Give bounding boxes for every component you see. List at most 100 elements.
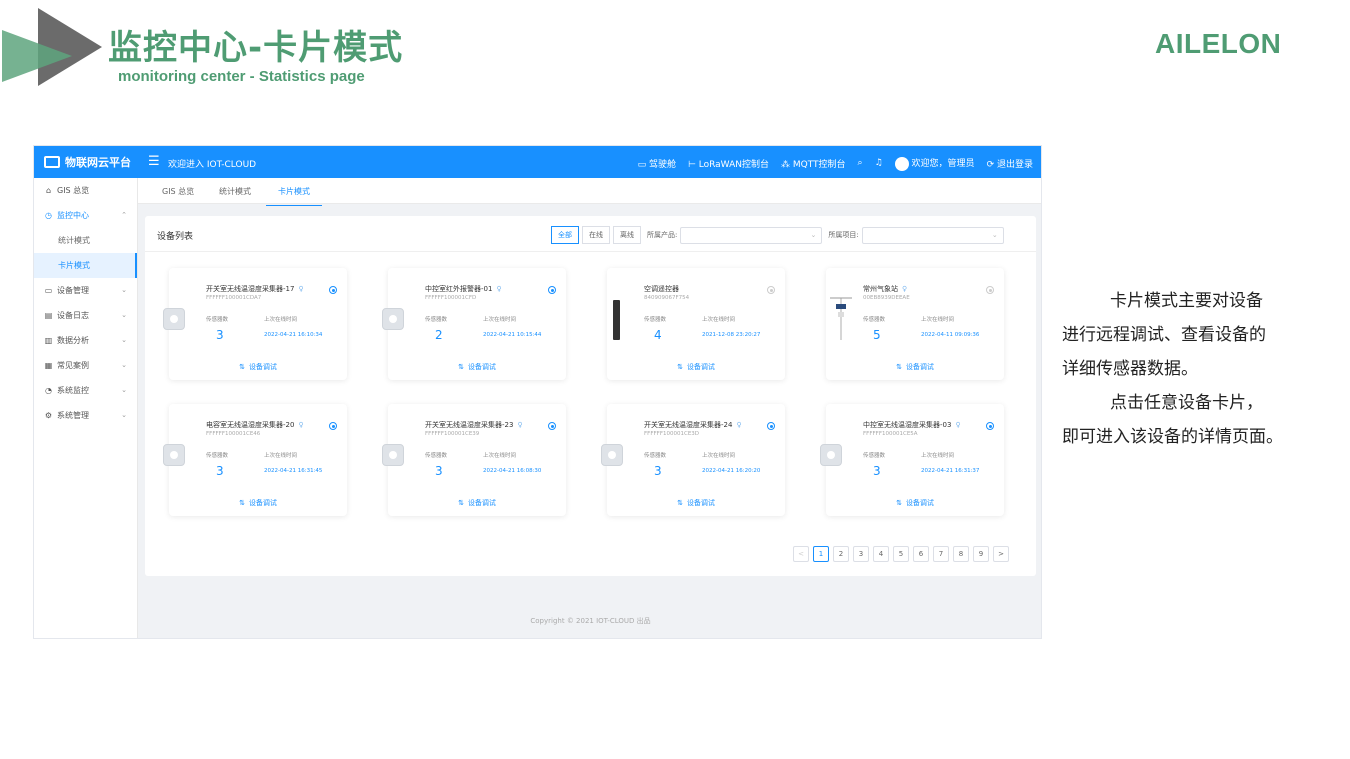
chevron-down-icon: ⌄: [121, 311, 127, 319]
sidebar-item-label: 卡片模式: [58, 261, 90, 270]
device-debug-button[interactable]: ⇅ 设备调试: [388, 498, 566, 508]
last-online-time: 2022-04-21 16:31:45: [264, 468, 323, 474]
tab-stats[interactable]: 统计模式: [219, 186, 251, 197]
logout-link[interactable]: ⟳ 退出登录: [987, 157, 1033, 170]
device-id: FFFFFF100001CE3D: [644, 431, 700, 437]
platform-logo[interactable]: 物联网云平台: [44, 154, 131, 170]
dashboard-link[interactable]: ▭ 驾驶舱: [638, 157, 676, 170]
device-id: FFFFFF100001CDA7: [206, 295, 262, 301]
sensor-count-label: 传感器数: [425, 317, 448, 323]
online-status-icon: [767, 422, 775, 430]
device-debug-button[interactable]: ⇅ 设备调试: [826, 362, 1004, 372]
device-name: 中控室无线温湿度采集器-03: [863, 421, 952, 429]
filter-online-button[interactable]: 在线: [582, 226, 610, 244]
sidebar-item-monitor-stats[interactable]: 统计模式: [34, 228, 137, 253]
device-card[interactable]: 常州气象站 ♀ 00EB8939DEEAE 传感器数 上次在线时间 5 2022-…: [826, 268, 1004, 380]
device-debug-button[interactable]: ⇅ 设备调试: [169, 498, 347, 508]
sidebar-item-label: 系统管理: [57, 411, 89, 420]
sidebar-item-monitor[interactable]: ◷ 监控中心 ⌃: [34, 203, 137, 228]
bulb-icon: ♀: [298, 421, 304, 429]
project-label: 所属项目:: [828, 231, 859, 239]
sidebar-item-sys-mgmt[interactable]: ⚙ 系统管理 ⌄: [34, 403, 137, 428]
filter-offline-button[interactable]: 离线: [613, 226, 641, 244]
bell-icon[interactable]: ♫: [875, 158, 883, 168]
device-id: 00EB8939DEEAE: [863, 295, 910, 301]
sidebar-item-sys-monitor[interactable]: ◔ 系统监控 ⌄: [34, 378, 137, 403]
sensor-count: 3: [873, 464, 881, 478]
device-debug-button[interactable]: ⇅ 设备调试: [826, 498, 1004, 508]
bulb-icon: ♀: [496, 285, 502, 293]
lorawan-link[interactable]: ⊢ LoRaWAN控制台: [688, 157, 769, 170]
bulb-icon: ♀: [517, 421, 523, 429]
sidebar-item-device-mgmt[interactable]: ▭ 设备管理 ⌄: [34, 278, 137, 303]
page-button[interactable]: 2: [833, 546, 849, 562]
sidebar-item-data-analysis[interactable]: ▥ 数据分析 ⌄: [34, 328, 137, 353]
device-debug-button[interactable]: ⇅ 设备调试: [169, 362, 347, 372]
user-label: 欢迎您，管理员: [911, 159, 975, 169]
debug-label: 设备调试: [248, 363, 277, 371]
page-button[interactable]: 4: [873, 546, 889, 562]
home-icon: ⌂: [45, 186, 52, 195]
online-status-icon: [329, 286, 337, 294]
sensor-count: 3: [216, 464, 224, 478]
device-card[interactable]: 电容室无线温湿度采集器-20 ♀ FFFFFF100001CE46 传感器数 上次…: [163, 404, 347, 516]
page-button[interactable]: 6: [913, 546, 929, 562]
device-card[interactable]: 中控室红外报警器-01 ♀ FFFFFF100001CFD 传感器数 上次在线时间…: [382, 268, 566, 380]
lora-icon: ⊢: [688, 159, 696, 170]
dashboard-label: 驾驶舱: [649, 159, 677, 170]
page-button[interactable]: 8: [953, 546, 969, 562]
page-button[interactable]: 5: [893, 546, 909, 562]
device-card[interactable]: 空调遥控器 840909067F754 传感器数 上次在线时间 4 2021-1…: [607, 268, 785, 380]
sensor-count: 5: [873, 328, 881, 342]
sidebar-item-common-cases[interactable]: ▦ 常见案例 ⌄: [34, 353, 137, 378]
prev-page-button[interactable]: <: [793, 546, 809, 562]
device-debug-button[interactable]: ⇅ 设备调试: [607, 362, 785, 372]
sidebar-item-monitor-card[interactable]: 卡片模式: [34, 253, 137, 278]
menu-toggle-icon[interactable]: ☰: [148, 154, 160, 169]
next-page-button[interactable]: >: [993, 546, 1009, 562]
page-button[interactable]: 3: [853, 546, 869, 562]
lorawan-label: LoRaWAN控制台: [698, 159, 769, 170]
tab-card[interactable]: 卡片模式: [266, 186, 322, 206]
device-debug-button[interactable]: ⇅ 设备调试: [388, 362, 566, 372]
sensor-count-label: 传感器数: [425, 453, 448, 459]
sidebar-item-gis[interactable]: ⌂ GIS 总览: [34, 178, 137, 203]
tune-icon: ⇅: [239, 499, 245, 507]
device-id: FFFFFF100001CE39: [425, 431, 480, 437]
online-status-icon: [548, 286, 556, 294]
last-online-label: 上次在线时间: [483, 317, 517, 323]
sidebar-item-device-log[interactable]: ▤ 设备日志 ⌄: [34, 303, 137, 328]
last-online-label: 上次在线时间: [702, 317, 736, 323]
device-name: 开关室无线温湿度采集器-23: [425, 421, 514, 429]
decor-triangle-green: [2, 30, 72, 82]
device-card[interactable]: 开关室无线温湿度采集器-23 ♀ FFFFFF100001CE39 传感器数 上次…: [382, 404, 566, 516]
brand-logo: AILELON: [1155, 28, 1282, 59]
page-button[interactable]: 1: [813, 546, 829, 562]
sensor-count-label: 传感器数: [206, 453, 229, 459]
device-icon: ▭: [44, 286, 53, 295]
sidebar-item-label: 监控中心: [57, 211, 89, 220]
ac-controller-image: [613, 300, 620, 340]
grid-icon: ▦: [44, 361, 53, 370]
device-card[interactable]: 开关室无线温湿度采集器-17 ♀ FFFFFF100001CDA7 传感器数 上次…: [163, 268, 347, 380]
device-debug-button[interactable]: ⇅ 设备调试: [607, 498, 785, 508]
user-menu[interactable]: 欢迎您，管理员: [894, 156, 975, 171]
description: 卡片模式主要对设备 进行远程调试、查看设备的 详细传感器数据。 点击任意设备卡片…: [1062, 284, 1342, 454]
device-name-row: 开关室无线温湿度采集器-17 ♀: [206, 284, 304, 294]
mqtt-link[interactable]: ⁂ MQTT控制台: [781, 157, 846, 170]
sensor-image: [820, 444, 842, 466]
bulb-icon: ♀: [736, 421, 742, 429]
page-button[interactable]: 7: [933, 546, 949, 562]
device-name: 电容室无线温湿度采集器-20: [206, 421, 295, 429]
sidebar-item-label: GIS 总览: [57, 186, 90, 195]
project-select[interactable]: ⌄: [861, 226, 1004, 244]
product-select[interactable]: ⌄: [680, 226, 823, 244]
sensor-count: 3: [216, 328, 224, 342]
device-card[interactable]: 中控室无线温湿度采集器-03 ♀ FFFFFF100001CE5A 传感器数 上次…: [820, 404, 1004, 516]
filter-all-button[interactable]: 全部: [551, 226, 579, 244]
device-card[interactable]: 开关室无线温湿度采集器-24 ♀ FFFFFF100001CE3D 传感器数 上次…: [601, 404, 785, 516]
tab-gis[interactable]: GIS 总览: [162, 186, 194, 197]
search-icon[interactable]: ⌕: [858, 158, 863, 168]
page-button[interactable]: 9: [973, 546, 989, 562]
offline-status-icon: [767, 286, 775, 294]
